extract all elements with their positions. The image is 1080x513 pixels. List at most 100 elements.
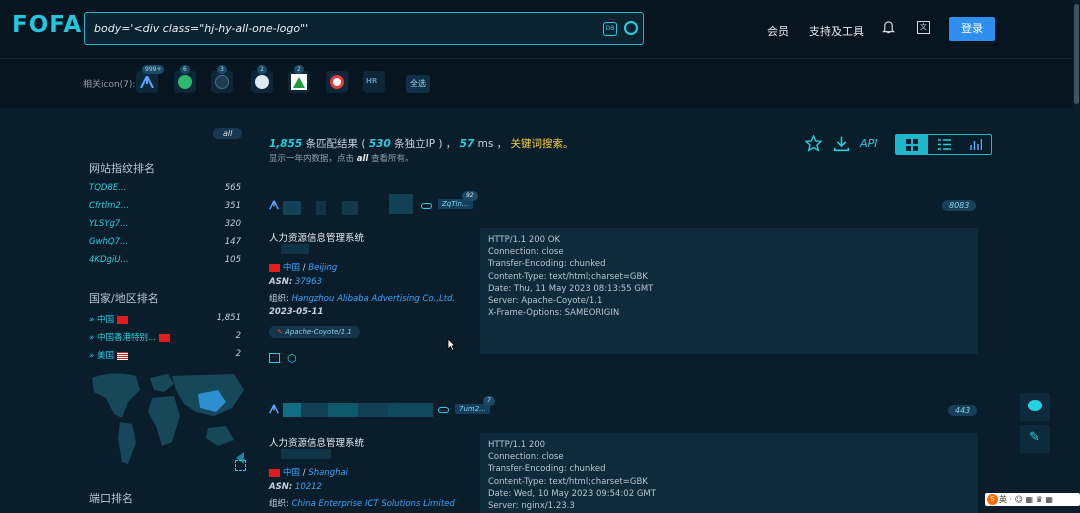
list-item[interactable]: » 中国香港特别... 2 [89,331,241,343]
world-map[interactable] [84,368,248,476]
fingerprint-name[interactable]: Cfrtlm2... [89,201,129,211]
feedback-button[interactable]: ✎ [1020,425,1050,453]
org-link[interactable]: China Enterprise ICT Solutions Limited [292,499,455,509]
nav-support-tools[interactable]: 支持及工具 [809,23,864,39]
list-item[interactable]: Cfrtlm2... 351 [89,201,241,211]
china-flag-icon [269,263,280,272]
results-summary: 1,855 条匹配结果 ( 530 条独立IP ) ， 57 ms ， 关键词搜… [269,136,574,151]
port-badge[interactable]: 8083 [942,200,977,211]
wechat-button[interactable] [1020,393,1050,421]
grid-view-button[interactable] [896,135,928,154]
car-icon[interactable]: 3 [211,65,233,93]
asn-label: ASN: [269,482,293,492]
banner-line: Content-Type: text/html;charset=GBK [488,271,648,282]
star-icon[interactable] [805,135,822,152]
fingerprint-name[interactable]: 4KDgiU... [89,255,129,265]
keyword-search-link[interactable]: 关键词搜索。 [511,138,574,150]
select-all-button[interactable]: 全选 [406,75,430,93]
banner-line: HTTP/1.1 200 OK [488,235,561,245]
view-all-link[interactable]: all [357,154,369,164]
ime-toolbar[interactable]: S英 · ☺ ▦ ♛ ▦ [985,493,1080,506]
country-link[interactable]: 中国 [283,468,300,478]
fofa-arrow-icon[interactable]: 999+ [136,65,165,93]
download-icon[interactable] [833,135,850,152]
site-title: 人力资源信息管理系统 [269,438,365,449]
fofa-logo[interactable]: FOFA [12,12,82,38]
masked-host[interactable] [342,201,358,215]
banner-line: X-Frame-Options: SAMEORIGIN [488,308,620,319]
icon-count-badge: 2 [294,65,304,74]
country-count: 2 [235,349,241,359]
search-icon[interactable] [624,21,638,35]
bird-icon[interactable] [326,71,348,93]
masked-ip[interactable] [281,244,309,254]
server-chip[interactable]: ✎ Apache-Coyote/1.1 [269,326,360,338]
date: 2023-05-11 [269,307,324,317]
icon-hash-tag[interactable]: 7um2... 7 [455,396,495,414]
country-name[interactable]: 中国香港特别... [97,333,156,343]
p-circle-icon[interactable]: 2 [251,65,273,93]
nav-member[interactable]: 会员 [767,23,789,39]
tag-count: 7 [483,396,495,406]
cube-icon[interactable]: ⬡ [287,352,297,365]
masked-host[interactable] [283,201,301,215]
fingerprint-name[interactable]: YLSYg7... [89,219,128,229]
top-bar: FOFA body='<div class="hj-hy-all-one-log… [0,0,1080,58]
db-icon[interactable]: DB [603,22,617,36]
api-link[interactable]: API [860,137,877,150]
hr-icon[interactable]: HR [363,71,385,93]
asn-link[interactable]: 37963 [295,277,322,287]
expand-icon[interactable] [235,460,246,471]
masked-host[interactable] [389,194,413,214]
banner-line: Date: Thu, 11 May 2023 08:13:55 GMT [488,283,654,294]
scrollbar[interactable] [1073,0,1080,506]
banner-line: HTTP/1.1 200 [488,440,546,450]
list-view-button[interactable] [928,135,960,154]
link-icon[interactable] [421,203,432,209]
site-title: 人力资源信息管理系统 [269,233,365,244]
scrollbar-thumb[interactable] [1074,4,1079,104]
screenshot-icon[interactable] [269,353,280,363]
city-link[interactable]: Beijing [308,263,337,273]
masked-host[interactable] [316,201,326,215]
list-item[interactable]: GwhQ7... 147 [89,237,241,247]
masked-ip[interactable] [281,449,331,459]
icon-hash-tag[interactable]: ZqTln... 92 [438,191,478,209]
city-link[interactable]: Shanghai [308,468,348,478]
icon-count-badge: 6 [180,65,190,74]
country-name[interactable]: 中国 [97,315,114,325]
banner-line: Content-Type: text/html;charset=GBK [488,476,648,487]
port-badge[interactable]: 443 [948,405,978,416]
banner-line: Server: nginx/1.23.3 [488,501,575,512]
search-input[interactable]: body='<div class="hj-hy-all-one-logo"' D… [84,12,644,45]
translate-icon[interactable]: 文 [917,21,930,34]
sogou-icon: S [987,494,998,505]
masked-host[interactable] [283,403,433,417]
fingerprint-name[interactable]: TQD8E... [89,183,126,193]
list-item[interactable]: TQD8E... 565 [89,183,241,193]
login-button[interactable]: 登录 [949,17,995,41]
bell-icon[interactable] [882,20,895,34]
related-icons-label: 相关icon(7): [83,80,136,90]
list-item[interactable]: » 美国 2 [89,349,241,361]
org-link[interactable]: Hangzhou Alibaba Advertising Co.,Ltd. [292,294,456,304]
leaf-icon[interactable]: 6 [174,65,196,93]
search-query[interactable]: body='<div class="hj-hy-all-one-logo"' [94,22,308,35]
country-name[interactable]: 美国 [97,351,114,361]
banner-line: Transfer-Encoding: chunked [488,464,606,475]
tag-label: 7um2... [459,405,486,413]
link-icon[interactable] [438,407,449,413]
asn-link[interactable]: 10212 [295,482,322,492]
fingerprint-name[interactable]: GwhQ7... [89,237,128,247]
summary-text: ms ， [477,138,508,150]
all-filter-button[interactable]: all [213,128,243,139]
chart-view-button[interactable] [960,135,992,154]
country-link[interactable]: 中国 [283,263,300,273]
bar-chart-icon [970,139,982,150]
wechat-icon [1028,400,1042,411]
list-item[interactable]: YLSYg7... 320 [89,219,241,229]
asn-label: ASN: [269,277,293,287]
list-item[interactable]: » 中国 1,851 [89,313,241,325]
list-item[interactable]: 4KDgiU... 105 [89,255,241,265]
mountain-icon[interactable]: 2 [288,65,310,93]
